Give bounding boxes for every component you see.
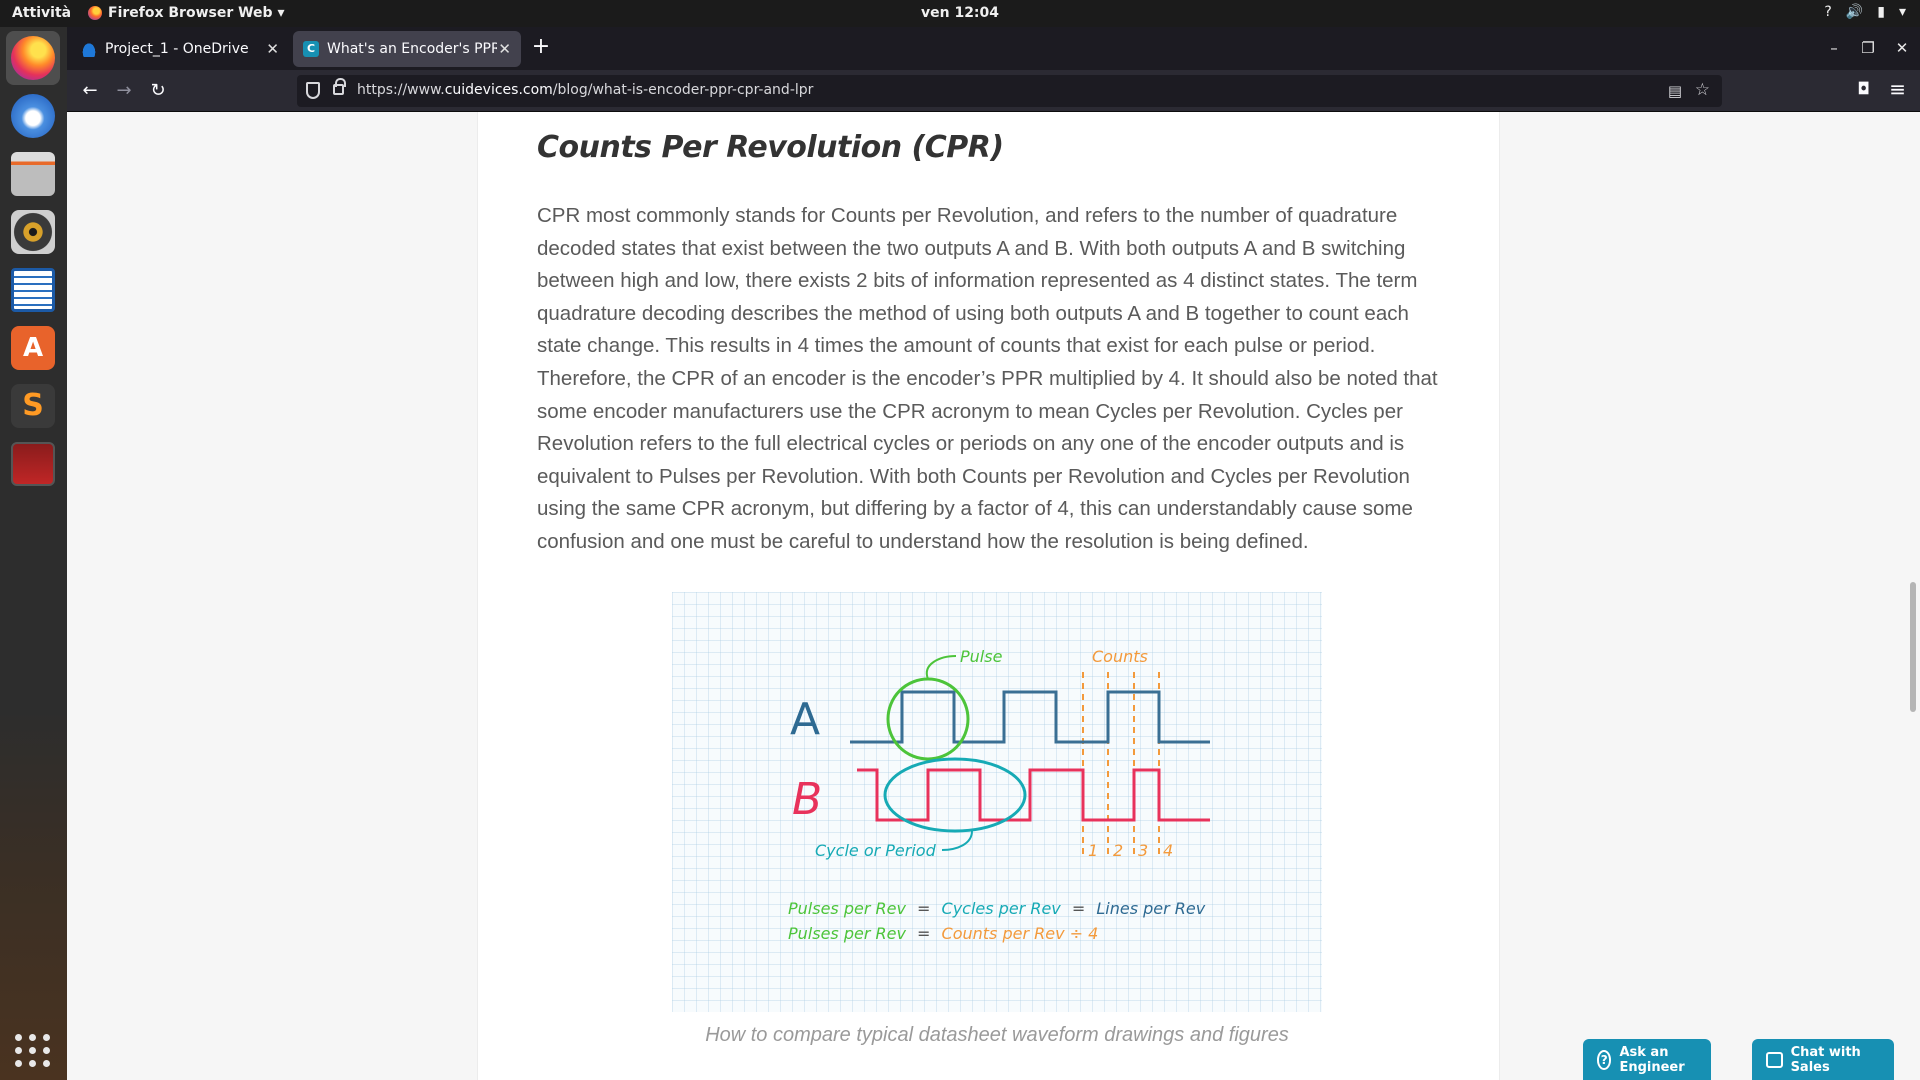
pocket-icon[interactable]: ◘ xyxy=(1857,79,1870,98)
url-text[interactable]: https://www.cuidevices.com/blog/what-is-… xyxy=(357,82,813,98)
volume-icon[interactable]: 🔊 xyxy=(1846,4,1863,20)
tab-encoder-article[interactable]: C What's an Encoder's PPR ✕ xyxy=(293,31,521,67)
thunderbird-icon xyxy=(11,94,55,138)
chat-bubble-icon xyxy=(1766,1051,1783,1068)
cycle-leader xyxy=(941,830,973,851)
tab-strip: Project_1 - OneDrive ✕ C What's an Encod… xyxy=(67,27,1920,70)
new-tab-button[interactable]: + xyxy=(526,34,556,59)
encoder-waveform-figure: A B Pulse Counts Cycle or Period 1 2 3 4… xyxy=(672,592,1322,1012)
close-tab-icon[interactable]: ✕ xyxy=(498,40,511,58)
equation-1: Pulses per Rev = Cycles per Rev = Lines … xyxy=(788,899,1206,918)
pulse-label: Pulse xyxy=(960,647,1003,666)
reader-view-icon[interactable]: ▤ xyxy=(1668,82,1682,100)
question-icon: ? xyxy=(1597,1049,1612,1070)
rhythmbox-icon xyxy=(11,210,55,254)
app-menu-label: Firefox Browser Web ▾ xyxy=(108,5,285,21)
equation-2: Pulses per Rev = Counts per Rev ÷ 4 xyxy=(788,924,1098,943)
dock-software[interactable]: A xyxy=(6,321,60,375)
dock-rhythmbox[interactable] xyxy=(6,205,60,259)
ask-engineer-button[interactable]: ? Ask an Engineer xyxy=(1583,1039,1711,1080)
hamburger-menu-icon[interactable]: ≡ xyxy=(1889,77,1906,101)
window-controls: – ❐ ✕ xyxy=(1818,27,1920,70)
label-a: A xyxy=(790,694,820,745)
waveform-a xyxy=(850,690,1210,744)
waveform-diagram: A B Pulse Counts Cycle or Period 1 2 3 4… xyxy=(788,647,1210,943)
count-number: 2 xyxy=(1113,841,1123,860)
close-tab-icon[interactable]: ✕ xyxy=(266,40,279,58)
onedrive-icon xyxy=(81,41,97,57)
system-top-bar: Attività Firefox Browser Web ▾ ven 12:04… xyxy=(0,0,1920,27)
chat-with-sales-button[interactable]: Chat with Sales xyxy=(1752,1039,1894,1080)
close-window-icon[interactable]: ✕ xyxy=(1886,27,1918,70)
article-paragraph: CPR most commonly stands for Counts per … xyxy=(537,204,1438,553)
app-menu[interactable]: Firefox Browser Web ▾ xyxy=(88,5,284,21)
back-button[interactable]: ← xyxy=(77,78,103,104)
dock-sublime[interactable]: S xyxy=(6,379,60,433)
waveform-b xyxy=(857,768,1210,822)
dock-thunderbird[interactable] xyxy=(6,89,60,143)
tracking-protection-shield-icon[interactable] xyxy=(306,82,320,99)
chat-with-sales-label: Chat with Sales xyxy=(1790,1044,1861,1075)
count-number: 1 xyxy=(1088,841,1098,860)
dock-writer[interactable] xyxy=(6,263,60,317)
maximize-icon[interactable]: ❐ xyxy=(1852,27,1884,70)
lock-icon[interactable] xyxy=(333,78,346,95)
firefox-icon xyxy=(11,36,55,80)
navigation-toolbar: ← → ↻ https://www.cuidevices.com/blog/wh… xyxy=(67,70,1920,112)
pulse-leader xyxy=(925,655,957,680)
activities-button[interactable]: Attività xyxy=(12,5,71,21)
forward-button[interactable]: → xyxy=(111,78,137,104)
article-container: Counts Per Revolution (CPR) CPR most com… xyxy=(477,112,1500,1080)
clock: ven 12:04 xyxy=(920,5,1000,21)
label-b: B xyxy=(792,774,822,825)
software-center-icon: A xyxy=(11,326,55,370)
cui-favicon-icon: C xyxy=(303,41,319,57)
cycle-label: Cycle or Period xyxy=(815,841,937,860)
battery-icon[interactable]: ▮ xyxy=(1877,4,1885,20)
counts-label: Counts xyxy=(1092,647,1148,666)
page-scrollbar[interactable] xyxy=(1910,582,1916,712)
sublime-text-icon: S xyxy=(11,384,55,428)
writer-icon xyxy=(11,268,55,312)
dock: A S xyxy=(0,27,67,1080)
terminal-app-icon xyxy=(11,442,55,486)
dock-files[interactable] xyxy=(6,147,60,201)
figure-caption: How to compare typical datasheet wavefor… xyxy=(705,1024,1289,1046)
count-guides xyxy=(1082,672,1160,857)
power-menu-icon[interactable]: ▾ xyxy=(1899,4,1906,20)
dock-terminal[interactable] xyxy=(6,437,60,491)
tab-onedrive[interactable]: Project_1 - OneDrive ✕ xyxy=(71,31,289,67)
system-tray[interactable]: ? 🔊 ▮ ▾ xyxy=(1824,4,1906,20)
show-applications-button[interactable] xyxy=(14,1031,52,1069)
files-icon xyxy=(11,152,55,196)
tab-title: What's an Encoder's PPR xyxy=(327,41,497,57)
help-icon[interactable]: ? xyxy=(1824,4,1831,20)
dock-firefox[interactable] xyxy=(6,31,60,85)
ask-engineer-label: Ask an Engineer xyxy=(1619,1044,1685,1075)
url-bar[interactable]: https://www.cuidevices.com/blog/what-is-… xyxy=(297,75,1722,107)
section-heading: Counts Per Revolution (CPR) xyxy=(537,130,1004,165)
firefox-icon xyxy=(88,6,102,20)
bookmark-star-icon[interactable]: ☆ xyxy=(1695,80,1710,100)
minimize-icon[interactable]: – xyxy=(1818,27,1850,70)
count-number: 3 xyxy=(1138,841,1148,860)
count-number: 4 xyxy=(1163,841,1173,860)
tab-title: Project_1 - OneDrive xyxy=(105,41,249,57)
web-page: Counts Per Revolution (CPR) CPR most com… xyxy=(67,112,1920,1080)
reload-button[interactable]: ↻ xyxy=(145,78,171,104)
